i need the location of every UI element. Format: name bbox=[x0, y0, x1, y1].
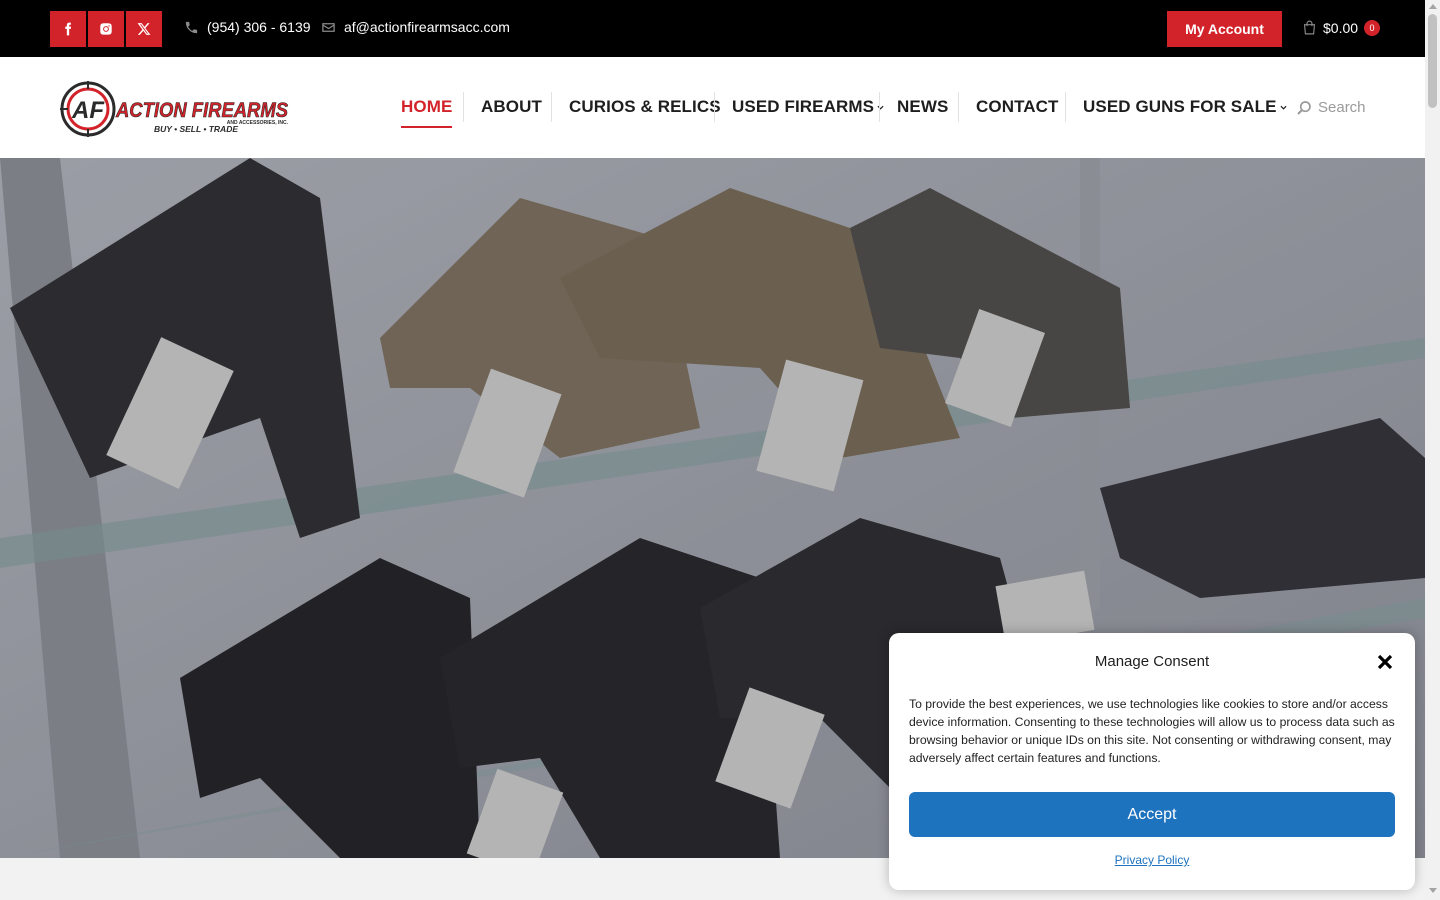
instagram-icon bbox=[100, 23, 112, 35]
logo-monogram: AF bbox=[71, 97, 105, 124]
chevron-down-icon bbox=[1280, 105, 1287, 110]
close-icon[interactable] bbox=[1376, 653, 1394, 671]
logo-brand-text: ACTION FIREARMS bbox=[115, 99, 288, 122]
nav-divider bbox=[463, 92, 464, 122]
nav-curios-relics-label: CURIOS & RELICS bbox=[569, 97, 721, 116]
nav-used-firearms-label: USED FIREARMS bbox=[732, 97, 875, 116]
nav-news[interactable]: NEWS bbox=[897, 97, 948, 117]
search-placeholder: Search bbox=[1318, 99, 1366, 116]
phone-contact[interactable]: (954) 306 - 6139 bbox=[184, 19, 311, 35]
scroll-up-arrow-icon[interactable] bbox=[1429, 4, 1437, 9]
nav-divider bbox=[879, 92, 880, 122]
nav-used-guns-for-sale-label: USED GUNS FOR SALE bbox=[1083, 97, 1277, 116]
shopping-bag-icon bbox=[1303, 20, 1316, 35]
consent-title: Manage Consent bbox=[1094, 653, 1210, 670]
search-icon bbox=[1297, 100, 1311, 115]
site-logo[interactable]: AF ACTION FIREARMS AND ACCESSORIES, INC.… bbox=[60, 81, 292, 137]
privacy-policy-link[interactable]: Privacy Policy bbox=[889, 853, 1415, 867]
nav-about[interactable]: ABOUT bbox=[481, 97, 542, 117]
logo-tagline: BUY • SELL • TRADE bbox=[154, 124, 238, 134]
main-header: AF ACTION FIREARMS AND ACCESSORIES, INC.… bbox=[0, 57, 1425, 158]
facebook-icon bbox=[65, 22, 72, 36]
x-twitter-link[interactable] bbox=[126, 11, 162, 47]
phone-number: (954) 306 - 6139 bbox=[207, 19, 311, 35]
nav-divider bbox=[551, 92, 552, 122]
action-firearms-logo: AF ACTION FIREARMS AND ACCESSORIES, INC.… bbox=[60, 81, 289, 137]
envelope-icon bbox=[322, 22, 335, 32]
nav-contact-label: CONTACT bbox=[976, 97, 1059, 116]
nav-home-label: HOME bbox=[401, 97, 453, 116]
nav-used-firearms[interactable]: USED FIREARMS bbox=[732, 97, 884, 117]
nav-contact[interactable]: CONTACT bbox=[976, 97, 1059, 117]
phone-icon bbox=[185, 21, 198, 33]
nav-home[interactable]: HOME bbox=[401, 97, 453, 128]
accept-button[interactable]: Accept bbox=[909, 792, 1395, 837]
nav-divider bbox=[1065, 92, 1066, 122]
email-address: af@actionfirearmsacc.com bbox=[344, 19, 510, 35]
my-account-button[interactable]: My Account bbox=[1167, 11, 1282, 47]
nav-curios-relics[interactable]: CURIOS & RELICS bbox=[569, 97, 721, 117]
cart-total: $0.00 bbox=[1323, 19, 1359, 36]
facebook-link[interactable] bbox=[50, 11, 86, 47]
nav-used-guns-for-sale[interactable]: USED GUNS FOR SALE bbox=[1083, 97, 1287, 117]
x-twitter-icon bbox=[137, 23, 151, 35]
top-bar: (954) 306 - 6139 af@actionfirearmsacc.co… bbox=[0, 0, 1425, 57]
page-scrollbar[interactable] bbox=[1425, 0, 1440, 900]
nav-news-label: NEWS bbox=[897, 97, 949, 116]
nav-divider bbox=[714, 92, 715, 122]
nav-about-label: ABOUT bbox=[481, 97, 542, 116]
scroll-thumb[interactable] bbox=[1428, 14, 1437, 108]
consent-description: To provide the best experiences, we use … bbox=[909, 697, 1395, 765]
instagram-link[interactable] bbox=[88, 11, 124, 47]
cart-link[interactable]: $0.00 0 bbox=[1301, 19, 1381, 36]
cart-count-badge: 0 bbox=[1364, 19, 1381, 36]
cookie-consent-dialog: Manage Consent To provide the best exper… bbox=[889, 633, 1415, 890]
header-search[interactable]: Search bbox=[1296, 99, 1366, 116]
nav-divider bbox=[958, 92, 959, 122]
email-contact[interactable]: af@actionfirearmsacc.com bbox=[321, 19, 510, 35]
scroll-down-arrow-icon[interactable] bbox=[1429, 888, 1437, 893]
